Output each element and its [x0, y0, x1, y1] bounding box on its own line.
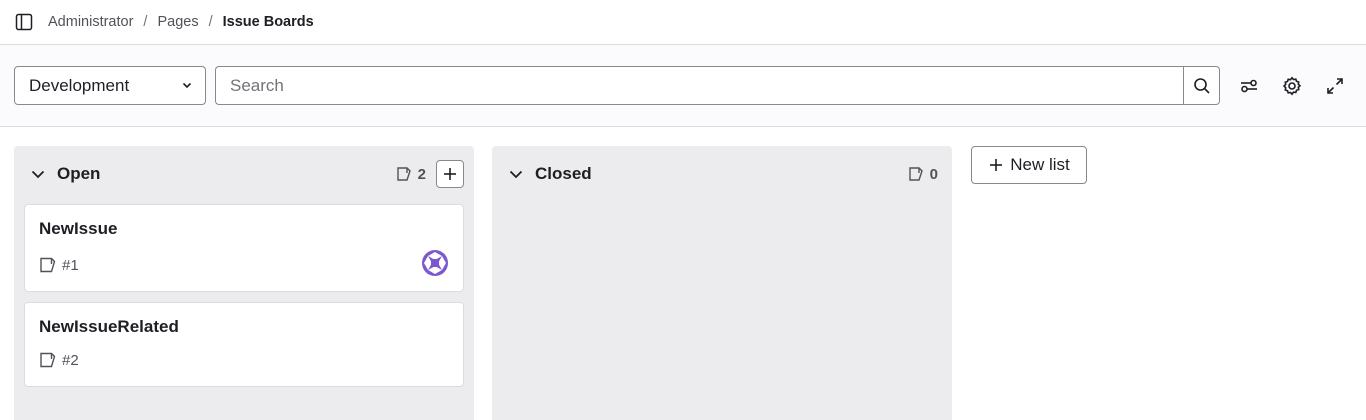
new-list-button[interactable]: New list	[971, 146, 1087, 184]
issue-icon	[908, 166, 924, 182]
issue-icon	[39, 256, 57, 274]
filter-bar: Development	[0, 45, 1366, 127]
add-issue-button[interactable]	[436, 160, 464, 188]
board: Open 2 NewIssue #1 NewIssueRelated #2 Cl…	[0, 127, 1366, 420]
list-title: Open	[57, 164, 101, 183]
sidebar-toggle-icon[interactable]	[14, 12, 34, 32]
search-icon	[1193, 77, 1211, 95]
chevron-down-icon	[181, 76, 193, 96]
list-header: Open 2	[14, 146, 474, 202]
plus-icon	[442, 166, 458, 182]
search-button[interactable]	[1183, 66, 1220, 105]
filter-settings-icon[interactable]	[1237, 74, 1261, 98]
issue-card-title[interactable]: NewIssue	[39, 219, 117, 239]
breadcrumb-separator: /	[208, 14, 213, 30]
breadcrumb-current: Issue Boards	[222, 14, 314, 30]
breadcrumb-separator: /	[143, 14, 148, 30]
board-list-open: Open 2 NewIssue #1 NewIssueRelated #2	[14, 146, 474, 420]
board-select[interactable]: Development	[14, 66, 206, 105]
issue-card-meta: #1	[39, 256, 79, 274]
breadcrumb: Administrator / Pages / Issue Boards	[48, 14, 314, 30]
new-list-label: New list	[1010, 155, 1070, 174]
gear-icon[interactable]	[1280, 74, 1304, 98]
count-value: 2	[417, 165, 426, 183]
board-list-closed: Closed 0	[492, 146, 952, 420]
list-header: Closed 0	[492, 146, 952, 202]
plus-icon	[988, 157, 1004, 173]
issue-reference: #1	[62, 256, 79, 274]
issue-card-title[interactable]: NewIssueRelated	[39, 317, 179, 337]
breadcrumb-pages[interactable]: Pages	[157, 14, 198, 30]
issue-card[interactable]: NewIssue #1	[24, 204, 464, 292]
assignee-avatar[interactable]	[420, 248, 450, 278]
list-title: Closed	[535, 164, 592, 183]
board-select-value: Development	[29, 75, 130, 95]
list-issue-count: 2	[396, 166, 426, 183]
chevron-down-icon[interactable]	[508, 166, 524, 182]
issue-card[interactable]: NewIssueRelated #2	[24, 302, 464, 387]
top-bar: Administrator / Pages / Issue Boards	[0, 0, 1366, 45]
list-issue-count: 0	[908, 166, 938, 183]
issue-reference: #2	[62, 351, 79, 369]
issue-card-meta: #2	[39, 351, 79, 369]
breadcrumb-administrator[interactable]: Administrator	[48, 14, 133, 30]
expand-icon[interactable]	[1323, 74, 1347, 98]
search-input[interactable]	[215, 66, 1183, 105]
search-group	[215, 66, 1220, 105]
issue-icon	[39, 351, 57, 369]
count-value: 0	[929, 165, 938, 183]
issue-icon	[396, 166, 412, 182]
chevron-down-icon[interactable]	[30, 166, 46, 182]
